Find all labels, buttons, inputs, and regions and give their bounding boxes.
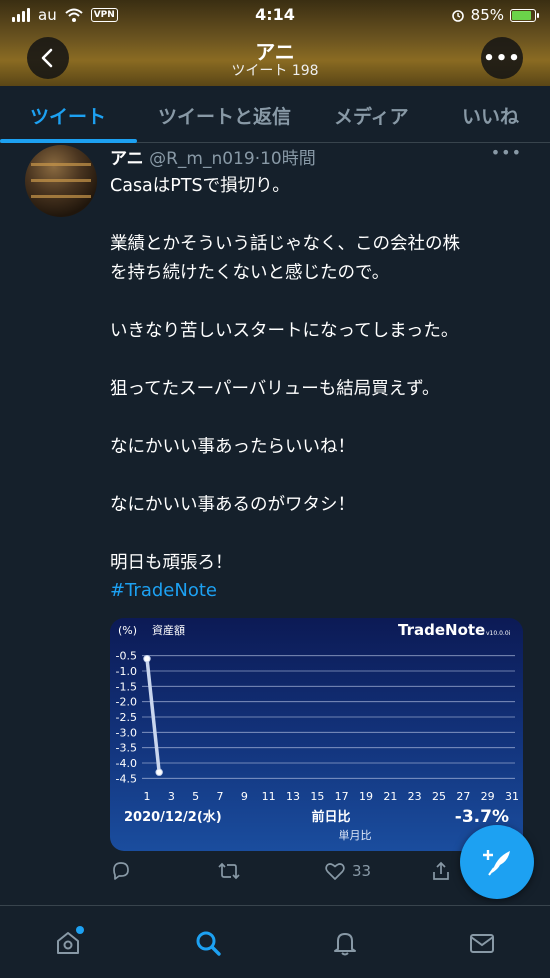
bottom-nav (0, 906, 550, 978)
search-icon (196, 931, 221, 956)
nav-search[interactable] (193, 928, 223, 958)
chart-y-tick: -4.0 (116, 757, 137, 770)
tweet-paragraph: 業績とかそういう話じゃなく、この会社の株 を持ち続けたくないと感じたので。 (110, 230, 530, 288)
chart-point (143, 655, 151, 663)
tweet-author-name[interactable]: アニ (110, 149, 144, 169)
chart-x-tick: 21 (383, 790, 397, 803)
chart-y-tick: -4.5 (116, 772, 137, 785)
profile-tabs: ツイート ツイートと返信 メディア いいね (0, 86, 550, 143)
chart-x-tick: 17 (335, 790, 349, 803)
like-count: 33 (352, 862, 372, 880)
tweet-line: を持ち続けたくないと感じたので。 (110, 263, 390, 283)
more-button[interactable]: ••• (481, 37, 523, 79)
chart-x-tick: 11 (262, 790, 276, 803)
tweet-paragraph: CasaはPTSで損切り。 (110, 172, 530, 201)
tweet-header: アニ @R_m_n019·10時間 (110, 144, 316, 169)
chart-y-tick: -2.0 (116, 696, 137, 709)
active-tab-indicator (0, 139, 137, 143)
chart-x-tick: 9 (241, 790, 248, 803)
tweet-actions: 33 (110, 860, 450, 888)
nav-notifications[interactable] (330, 928, 360, 958)
tweet-paragraph: いきなり苦しいスタートになってしまった。 (110, 317, 530, 346)
chart-x-tick: 19 (359, 790, 373, 803)
like-button[interactable]: 33 (324, 860, 371, 882)
chart-x-tick: 7 (217, 790, 224, 803)
chart-y-tick: -1.5 (116, 680, 137, 693)
share-icon (433, 861, 449, 880)
tweet-paragraph: なにかいい事あるのがワタシ！ (110, 491, 530, 520)
tweet-line: 業績とかそういう話じゃなく、この会社の株 (110, 234, 460, 254)
chart-series-line (145, 658, 161, 773)
chart-y-tick: -1.0 (116, 665, 137, 678)
tweet-line: 狙ってたスーパーバリューも結局買えず。 (110, 379, 440, 399)
tweet-line: 明日も頑張ろ！ (110, 553, 233, 573)
battery-percent: 85% (470, 6, 504, 24)
compose-feather-icon (483, 850, 510, 876)
chart-brand: TradeNote (398, 621, 485, 639)
tweet-paragraph: 狙ってたスーパーバリューも結局買えず。 (110, 375, 530, 404)
chart-date: 2020/12/2(水) (124, 809, 222, 825)
chart-y-tick: -3.0 (116, 726, 137, 739)
battery-icon (510, 8, 539, 22)
chart-x-tick: 27 (456, 790, 470, 803)
chart-unit-label: (%) (118, 624, 137, 637)
chart-x-tick: 13 (286, 790, 300, 803)
alarm-icon (451, 10, 464, 22)
more-dots-icon: ••• (483, 47, 521, 69)
tweet-author-handle[interactable]: @R_m_n019 (149, 149, 255, 169)
chart-point (155, 768, 163, 776)
chart-version: v10.0.0i (486, 630, 511, 637)
asset-chart: (%) 資産額 TradeNote v10.0.0i -0.5 -1.0 -1.5 -2.0 -… (116, 621, 519, 842)
tweet-line: なにかいい事あるのがワタシ！ (110, 495, 355, 515)
tweet-paragraph: なにかいい事あったらいいね！ (110, 433, 530, 462)
bell-icon (334, 933, 356, 956)
chart-y-title: 資産額 (152, 624, 185, 637)
chart-y-tick: -2.5 (116, 711, 137, 724)
mail-icon (470, 934, 494, 953)
compose-tweet-button[interactable] (460, 825, 534, 899)
nav-messages[interactable] (467, 928, 497, 958)
hashtag-link[interactable]: #TradeNote (110, 580, 217, 601)
chart-x-tick: 23 (408, 790, 422, 803)
tweet-text: CasaはPTSで損切り。 業績とかそういう話じゃなく、この会社の株 を持ち続けた… (110, 172, 530, 607)
chart-y-tick: -0.5 (116, 650, 137, 663)
chart-x-tick: 31 (505, 790, 519, 803)
home-notification-dot (76, 926, 84, 934)
tradenote-chart-image[interactable]: (%) 資産額 TradeNote v10.0.0i -0.5 -1.0 -1.5 -2.0 -… (110, 618, 523, 851)
tab-likes[interactable]: いいね (462, 102, 519, 129)
chart-compare-label: 前日比 (311, 809, 350, 825)
avatar[interactable] (25, 145, 97, 217)
chart-x-tick: 5 (192, 790, 199, 803)
chart-y-tick: -3.5 (116, 742, 137, 755)
chart-x-tick: 3 (168, 790, 175, 803)
retweet-icon (218, 862, 240, 880)
tweet-line: いきなり苦しいスタートになってしまった。 (110, 321, 459, 341)
chart-compare-value: -3.7% (455, 807, 509, 827)
tab-media[interactable]: メディア (334, 102, 409, 129)
retweet-button[interactable] (217, 860, 247, 882)
tweet-paragraph: 明日も頑張ろ！ (110, 549, 530, 578)
tweet-menu-icon[interactable]: ••• (491, 143, 522, 162)
reply-button[interactable] (110, 860, 138, 882)
chart-sub-label: 単月比 (339, 828, 372, 842)
status-bar: au VPN 4:14 85% (0, 0, 550, 30)
tweet-count: ツイート 198 (231, 63, 319, 79)
tweet-time[interactable]: ·10時間 (255, 149, 316, 169)
tweet-line: CasaはPTSで損切り。 (110, 176, 290, 196)
chart-x-tick: 29 (481, 790, 495, 803)
tweet-line: なにかいい事あったらいいね！ (110, 437, 355, 457)
chart-x-tick: 15 (310, 790, 324, 803)
chart-x-tick: 1 (144, 790, 151, 803)
heart-icon (325, 863, 345, 880)
share-button[interactable] (430, 860, 458, 882)
profile-header: au VPN 4:14 85% アニ ツイート 198 ••• (0, 0, 550, 86)
tab-tweets[interactable]: ツイート (30, 102, 106, 129)
tab-tweets-and-replies[interactable]: ツイートと返信 (158, 102, 291, 129)
chart-x-tick: 25 (432, 790, 446, 803)
reply-icon (113, 862, 129, 880)
